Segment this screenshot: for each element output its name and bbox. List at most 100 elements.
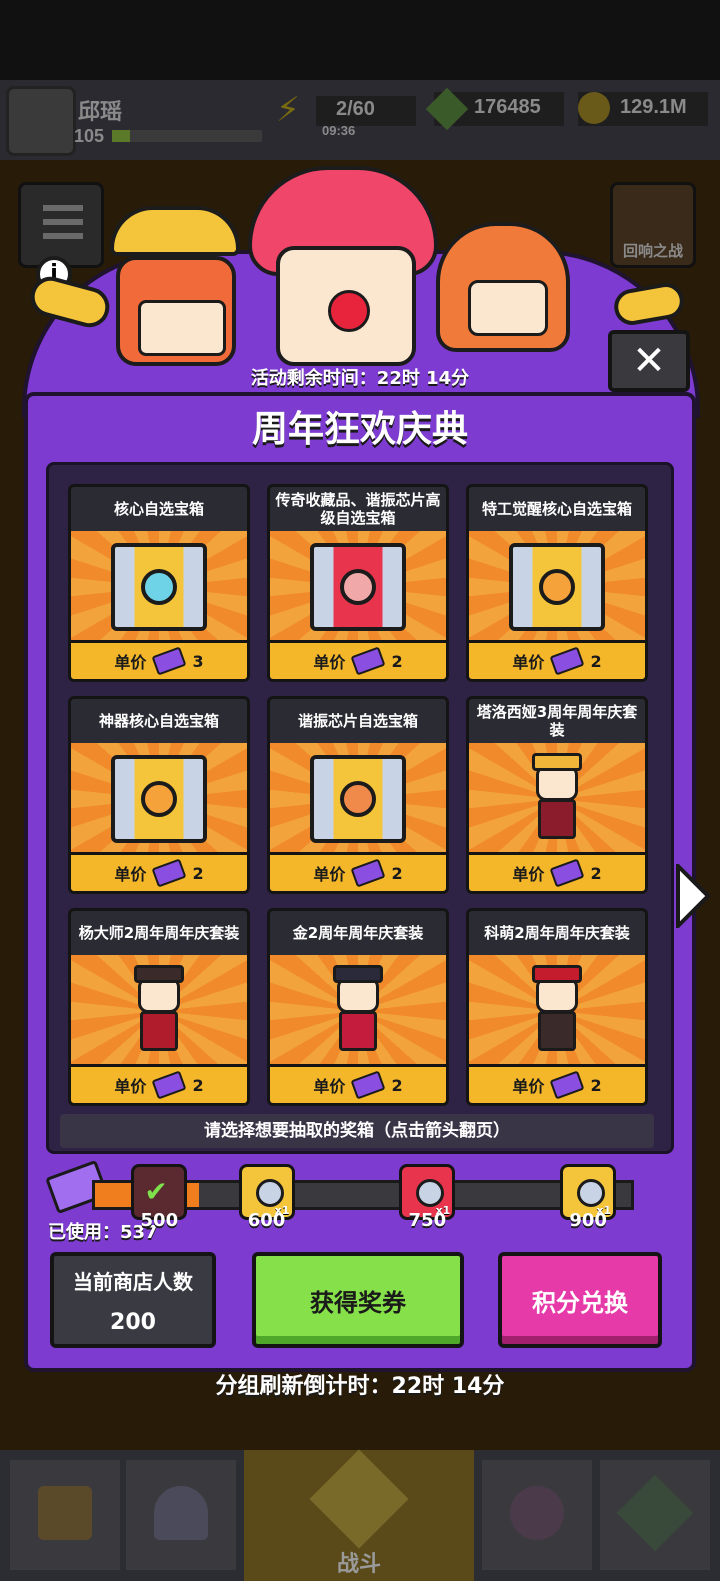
milestone-value: 600: [247, 1210, 286, 1231]
reward-card[interactable]: 神器核心自选宝箱单价 2: [68, 696, 250, 894]
nav-cards[interactable]: [600, 1460, 710, 1570]
price-value: 2: [391, 651, 403, 671]
arrow-right-icon: [676, 861, 711, 931]
reward-card-title: 金2周年周年庆套装: [292, 924, 424, 942]
bottom-nav: 战斗: [0, 1449, 720, 1581]
reward-card-price: 单价 2: [469, 852, 645, 891]
shop-count-label: 当前商店人数: [73, 1270, 193, 1294]
player-level: 105: [74, 126, 105, 146]
reward-card-title: 塔洛西娅3周年周年庆套装: [476, 703, 638, 739]
gems-counter[interactable]: 176485: [425, 87, 564, 131]
reward-card-title: 核心自选宝箱: [113, 500, 204, 518]
reward-card-title: 神器核心自选宝箱: [98, 712, 219, 730]
reward-card-price: 单价 2: [71, 1064, 247, 1103]
reward-card-price: 单价 2: [71, 852, 247, 891]
price-label: 单价: [512, 653, 545, 672]
clown-nose: [328, 290, 370, 332]
energy-counter[interactable]: 2/60: [316, 96, 416, 126]
reward-card[interactable]: 谐振芯片自选宝箱单价 2: [267, 696, 449, 894]
chest-icon: [111, 543, 207, 631]
refresh-countdown: 分组刷新倒计时：22时 14分: [215, 1374, 505, 1399]
chest-icon: [310, 755, 406, 843]
reward-card-image: [469, 743, 645, 855]
ticket-icon: [151, 646, 187, 676]
card-icon: [616, 1474, 694, 1552]
reward-card-title: 谐振芯片自选宝箱: [297, 712, 418, 730]
chest-lock-icon: [141, 781, 177, 817]
menu-icon: [43, 205, 83, 211]
nav-shop[interactable]: [10, 1460, 120, 1570]
next-page-button[interactable]: [672, 861, 712, 931]
ticket-icon: [151, 1070, 187, 1100]
gold-counter[interactable]: 129.1M: [578, 92, 708, 126]
globe-icon: [510, 1486, 564, 1540]
reward-card-title: 传奇收藏品、谐振芯片高级自选宝箱: [275, 491, 441, 527]
reward-card[interactable]: 塔洛西娅3周年周年庆套装 单价 2: [466, 696, 648, 894]
milestone-value: 900: [569, 1210, 607, 1231]
ticket-icon: [350, 858, 386, 888]
character-middle: [276, 246, 416, 366]
reward-card[interactable]: 传奇收藏品、谐振芯片高级自选宝箱单价 2: [267, 484, 449, 682]
chest-lock-icon: [141, 569, 177, 605]
price-value: 2: [590, 1075, 602, 1095]
price-label: 单价: [313, 653, 346, 672]
reward-card-image: [270, 955, 446, 1067]
get-tickets-button[interactable]: 获得奖券: [252, 1252, 464, 1348]
chest-lock-icon: [340, 569, 376, 605]
reward-card-price: 单价 2: [469, 1064, 645, 1103]
reward-card[interactable]: 金2周年周年庆套装单价 2: [267, 908, 449, 1106]
reward-card-price: 单价 2: [270, 852, 446, 891]
milestone-value: 750: [408, 1210, 447, 1231]
reward-card[interactable]: 核心自选宝箱单价 3: [68, 484, 250, 682]
costume-figure-icon: [124, 965, 194, 1057]
reward-card[interactable]: 特工觉醒核心自选宝箱单价 2: [466, 484, 648, 682]
avatar[interactable]: [6, 86, 76, 156]
selection-hint: 请选择想要抽取的奖箱（点击箭头翻页）: [60, 1114, 654, 1148]
ticket-icon: [151, 858, 187, 888]
milestone-value: 500: [140, 1210, 179, 1231]
ticket-icon: [549, 1070, 585, 1100]
reward-card-price: 单价 3: [71, 640, 247, 679]
event-remaining-time: 活动剩余时间：22时 14分: [250, 368, 470, 389]
echo-battle-button[interactable]: 回响之战: [610, 182, 696, 268]
ticket-icon: [549, 858, 585, 888]
chest-icon: [509, 543, 605, 631]
player-name: 邱瑶: [78, 99, 123, 124]
energy-timer: 09:36: [322, 123, 356, 138]
chest-icon: [310, 543, 406, 631]
price-label: 单价: [313, 865, 346, 884]
nav-agents[interactable]: [482, 1460, 592, 1570]
gold-value: 129.1M: [620, 96, 687, 118]
battle-icon: [309, 1449, 409, 1549]
reward-card[interactable]: 科萌2周年周年庆套装单价 2: [466, 908, 648, 1106]
coin-icon: [578, 92, 610, 124]
reward-card[interactable]: 杨大师2周年周年庆套装 单价 2: [68, 908, 250, 1106]
ticket-icon: [549, 646, 585, 676]
xp-bar: [112, 130, 262, 142]
price-label: 单价: [114, 865, 147, 884]
gems-value: 176485: [474, 96, 541, 118]
chest-icon: [577, 1179, 606, 1207]
reward-card-price: 单价 2: [270, 640, 446, 679]
close-button[interactable]: ✕: [608, 330, 690, 392]
chest-icon: [111, 755, 207, 843]
costume-figure-icon: [522, 753, 592, 845]
price-value: 2: [391, 1075, 403, 1095]
price-label: 单价: [313, 1077, 346, 1096]
nav-battle[interactable]: 战斗: [244, 1449, 474, 1581]
reward-card-title: 科萌2周年周年庆套装: [484, 924, 630, 942]
price-value: 2: [192, 863, 204, 883]
chest-icon: [416, 1179, 445, 1207]
reward-card-price: 单价 2: [270, 1064, 446, 1103]
nav-battle-label: 战斗: [336, 1551, 381, 1576]
shield-icon: [154, 1486, 208, 1540]
exchange-button[interactable]: 积分兑换: [498, 1252, 662, 1348]
reward-card-image: [71, 955, 247, 1067]
nav-equipment[interactable]: [126, 1460, 236, 1570]
energy-icon: ⚡: [276, 90, 300, 130]
chest-lock-icon: [340, 781, 376, 817]
reward-card-price: 单价 2: [469, 640, 645, 679]
reward-card-title: 特工觉醒核心自选宝箱: [481, 500, 632, 518]
reward-card-image: [71, 743, 247, 855]
check-icon: ✔: [144, 1175, 168, 1208]
